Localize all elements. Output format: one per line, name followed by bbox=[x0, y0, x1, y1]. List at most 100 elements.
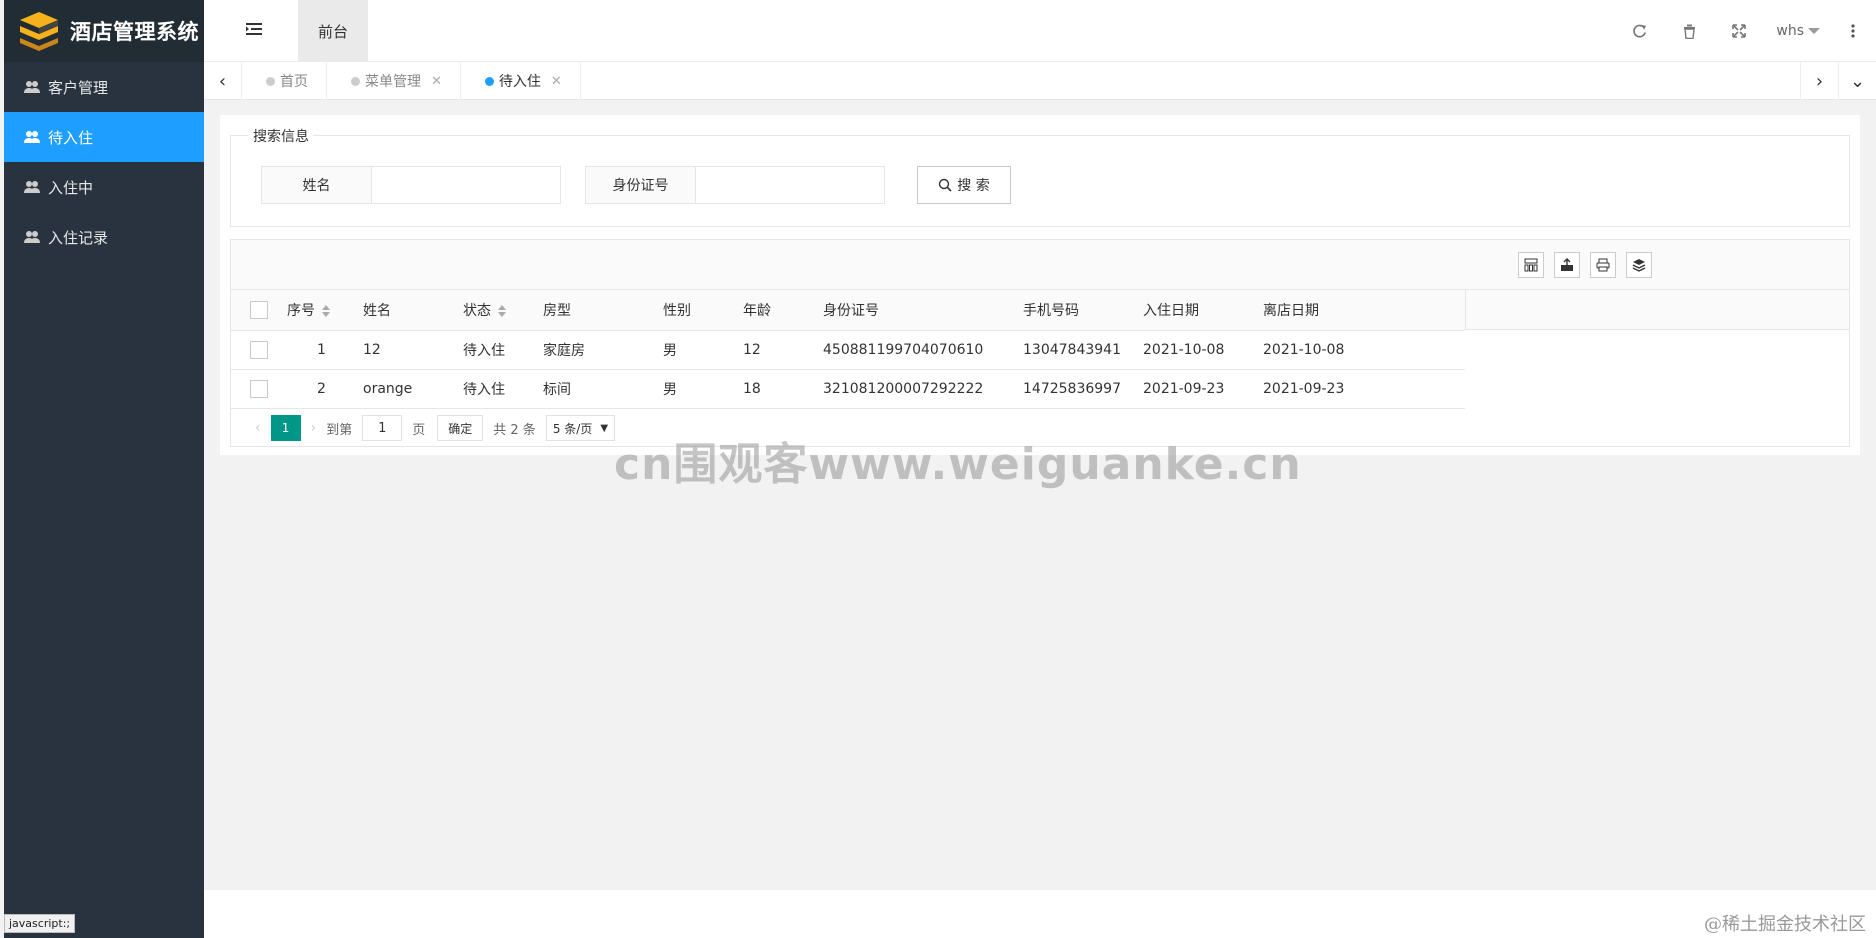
tab-dot-icon bbox=[266, 76, 275, 86]
chevron-down-icon: ▼ bbox=[600, 422, 609, 434]
sidebar-item-checkin-records[interactable]: 入住记录 bbox=[4, 212, 204, 262]
cell-index: 1 bbox=[317, 341, 326, 358]
col-header-age: 年龄 bbox=[743, 290, 823, 330]
data-table: 序号 姓名 状态 房型 性别 年龄 身份证号 手机号码 入住日期 离店日期 1 … bbox=[230, 239, 1850, 447]
footer-bar bbox=[204, 890, 1876, 938]
page-size-value: 5 条/页 bbox=[552, 421, 593, 436]
table-row[interactable]: 2 orange 待入住 标间 男 18 321081200007292222 … bbox=[231, 369, 1465, 408]
search-button-label: 搜 索 bbox=[957, 178, 990, 194]
header-actions: whs bbox=[1614, 0, 1868, 62]
row-checkbox[interactable] bbox=[250, 379, 268, 398]
search-button[interactable]: 搜 索 bbox=[917, 166, 1011, 204]
users-icon bbox=[24, 130, 40, 144]
name-form-group: 姓名 bbox=[261, 166, 561, 204]
prev-page-icon[interactable]: ‹ bbox=[255, 420, 261, 436]
menu-toggle-icon[interactable] bbox=[246, 22, 264, 36]
close-icon[interactable]: ✕ bbox=[551, 74, 562, 89]
tab-label: 菜单管理 bbox=[365, 74, 421, 90]
users-icon bbox=[24, 230, 40, 244]
sidebar: 酒店管理系统 客户管理 待入住 入住中 入住记录 bbox=[4, 0, 204, 938]
fullscreen-icon[interactable] bbox=[1728, 20, 1750, 42]
refresh-icon[interactable] bbox=[1628, 20, 1650, 42]
sidebar-item-checked-in[interactable]: 入住中 bbox=[4, 162, 204, 212]
col-header-id-number: 身份证号 bbox=[823, 290, 1023, 330]
trash-icon[interactable] bbox=[1678, 20, 1700, 42]
table-header-row: 序号 姓名 状态 房型 性别 年龄 身份证号 手机号码 入住日期 离店日期 bbox=[231, 290, 1465, 330]
id-form-group: 身份证号 bbox=[585, 166, 885, 204]
row-checkbox[interactable] bbox=[250, 340, 268, 359]
name-input[interactable] bbox=[372, 167, 560, 203]
layers-icon[interactable] bbox=[1626, 252, 1652, 278]
cell-checkout-date: 2021-09-23 bbox=[1263, 380, 1345, 397]
col-header-room-type: 房型 bbox=[543, 290, 663, 330]
total-count: 共 2 条 bbox=[493, 422, 536, 438]
sort-icon[interactable] bbox=[321, 304, 331, 317]
cell-status: 待入住 bbox=[463, 381, 505, 398]
top-header: 前台 whs bbox=[204, 0, 1876, 62]
cell-checkout-date: 2021-10-08 bbox=[1263, 341, 1345, 358]
cell-checkin-date: 2021-10-08 bbox=[1143, 341, 1225, 358]
sort-icon[interactable] bbox=[497, 304, 507, 317]
cell-status: 待入住 bbox=[463, 342, 505, 359]
col-header-name: 姓名 bbox=[363, 290, 463, 330]
hotel-logo-icon bbox=[18, 10, 60, 52]
main-content: 搜索信息 姓名 身份证号 搜 索 序号 姓名 状态 房型 性别 年龄 身份证号 … bbox=[220, 115, 1860, 455]
tab-pending-checkin[interactable]: 待入住 ✕ bbox=[461, 62, 581, 100]
table-toolbar bbox=[231, 240, 1849, 290]
tab-scroll-right-icon[interactable]: › bbox=[1800, 62, 1838, 100]
col-header-checkin-date: 入住日期 bbox=[1143, 290, 1263, 330]
table-row[interactable]: 1 12 待入住 家庭房 男 12 450881199704070610 130… bbox=[231, 330, 1465, 369]
tab-scroll-left-icon[interactable]: ‹ bbox=[204, 62, 242, 100]
cell-checkin-date: 2021-09-23 bbox=[1143, 380, 1225, 397]
col-header-phone: 手机号码 bbox=[1023, 290, 1143, 330]
users-icon bbox=[24, 80, 40, 94]
front-desk-tab[interactable]: 前台 bbox=[298, 0, 368, 62]
page-size-select[interactable]: 5 条/页 ▼ bbox=[545, 415, 616, 441]
print-icon[interactable] bbox=[1590, 252, 1616, 278]
cell-phone: 14725836997 bbox=[1023, 380, 1121, 397]
col-header-index: 序号 bbox=[287, 302, 315, 319]
tab-home[interactable]: 首页 bbox=[242, 62, 327, 100]
open-tabs: 首页 菜单管理 ✕ 待入住 ✕ bbox=[242, 62, 581, 100]
page-unit-label: 页 bbox=[412, 422, 426, 438]
cell-room-type: 标间 bbox=[543, 381, 571, 398]
cell-age: 12 bbox=[743, 341, 761, 358]
tab-label: 首页 bbox=[280, 74, 308, 90]
search-legend: 搜索信息 bbox=[249, 126, 313, 146]
table-grid: 序号 姓名 状态 房型 性别 年龄 身份证号 手机号码 入住日期 离店日期 1 … bbox=[231, 290, 1465, 409]
corner-watermark: @稀土掘金技术社区 bbox=[1704, 914, 1866, 935]
cell-phone: 13047843941 bbox=[1023, 341, 1121, 358]
cell-name: 12 bbox=[363, 341, 381, 358]
goto-page-input[interactable]: 1 bbox=[362, 415, 403, 441]
next-page-icon[interactable]: › bbox=[311, 420, 317, 436]
current-page[interactable]: 1 bbox=[270, 415, 301, 441]
more-vertical-icon[interactable] bbox=[1842, 20, 1864, 42]
tab-menu-chevron-down-icon[interactable]: ⌄ bbox=[1838, 62, 1876, 100]
users-icon bbox=[24, 180, 40, 194]
id-number-input[interactable] bbox=[696, 167, 884, 203]
columns-filter-icon[interactable] bbox=[1518, 252, 1544, 278]
col-header-status: 状态 bbox=[463, 302, 491, 319]
cell-gender: 男 bbox=[663, 342, 677, 359]
cell-index: 2 bbox=[317, 380, 326, 397]
goto-confirm-button[interactable]: 确定 bbox=[437, 415, 484, 441]
chevron-down-icon[interactable] bbox=[1808, 28, 1820, 34]
search-panel: 搜索信息 姓名 身份证号 搜 索 bbox=[230, 126, 1850, 227]
export-icon[interactable] bbox=[1554, 252, 1580, 278]
sidebar-item-customer-management[interactable]: 客户管理 bbox=[4, 62, 204, 112]
tab-dot-icon bbox=[484, 76, 494, 86]
cell-age: 18 bbox=[743, 380, 761, 397]
sidebar-item-label: 客户管理 bbox=[48, 78, 109, 97]
select-all-checkbox[interactable] bbox=[250, 300, 268, 319]
sidebar-item-label: 入住记录 bbox=[48, 228, 109, 247]
tab-dot-icon bbox=[351, 76, 360, 86]
user-name[interactable]: whs bbox=[1776, 23, 1804, 39]
sidebar-item-pending-checkin[interactable]: 待入住 bbox=[4, 112, 204, 162]
tab-menu-management[interactable]: 菜单管理 ✕ bbox=[327, 62, 461, 100]
close-icon[interactable]: ✕ bbox=[431, 74, 442, 89]
watermark: cn围观客www.weiguanke.cn bbox=[614, 439, 1302, 490]
cell-id-number: 321081200007292222 bbox=[823, 380, 984, 397]
col-header-gender: 性别 bbox=[663, 290, 743, 330]
cell-name: orange bbox=[363, 380, 413, 397]
tab-strip: ‹ 首页 菜单管理 ✕ 待入住 ✕ › ⌄ bbox=[204, 62, 1876, 100]
